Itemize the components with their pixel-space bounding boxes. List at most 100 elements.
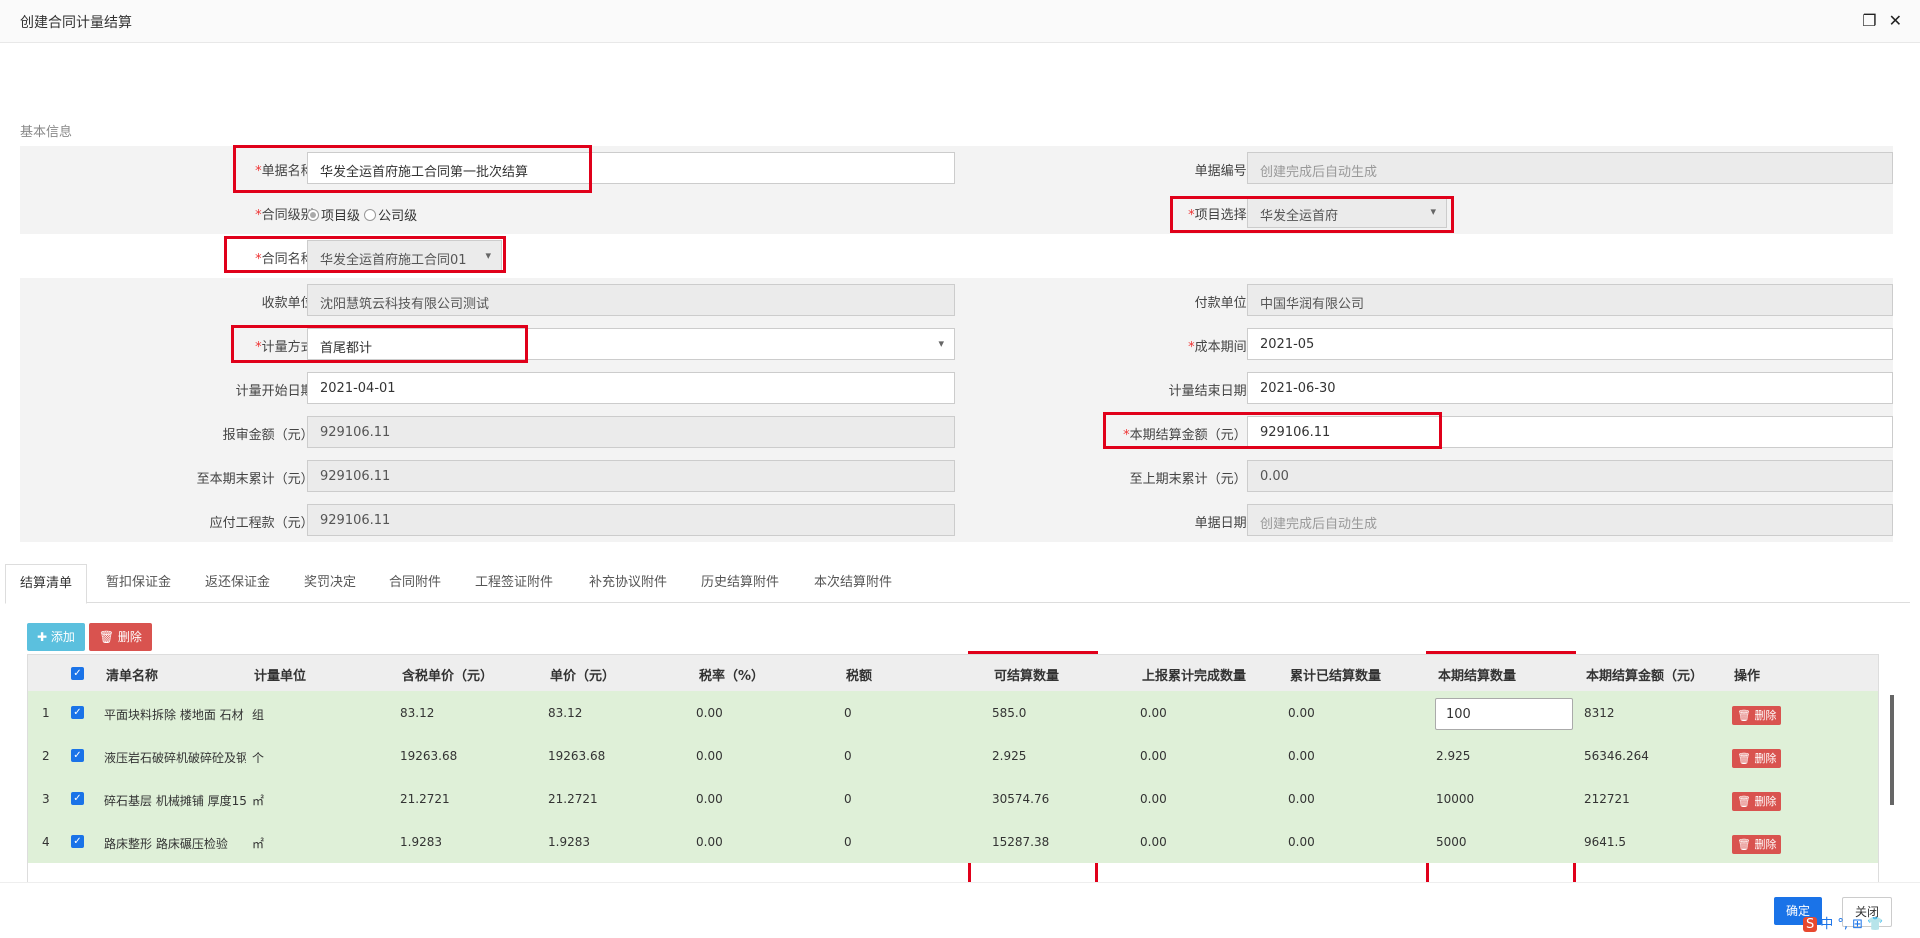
row-checkbox[interactable]: ✓: [71, 792, 84, 805]
current-amount-input[interactable]: 929106.11: [1247, 416, 1893, 448]
grid-scrollbar[interactable]: [1890, 695, 1894, 805]
cell-price: 1.9283: [548, 835, 590, 849]
col-settled: 累计已结算数量: [1290, 669, 1382, 684]
row-checkbox[interactable]: ✓: [71, 749, 84, 762]
table-row: 3 ✓ 碎石基层 机械摊铺 厚度15c ㎡ 21.2721 21.2721 0.…: [28, 777, 1878, 820]
cumulative-last-label: 至上期末累计（元）:: [1129, 472, 1251, 487]
project-select[interactable]: 华发全运首府: [1247, 196, 1447, 228]
contract-level-radios: 项目级 公司级: [307, 205, 417, 224]
tab-settlement-list[interactable]: 结算清单: [5, 564, 88, 604]
tab-contract-attachment[interactable]: 合同附件: [375, 564, 455, 602]
col-rate: 税率（%）: [699, 669, 765, 684]
cost-period-label: *成本期间:: [1188, 340, 1251, 355]
row-checkbox[interactable]: ✓: [71, 835, 84, 848]
ime-toolbar[interactable]: S中 °, ⊞ 👕: [1803, 913, 1883, 932]
cell-name: 平面块料拆除 楼地面 石材: [104, 708, 244, 722]
close-icon[interactable]: ✕: [1889, 11, 1902, 30]
row-number: 4: [42, 835, 50, 849]
col-tax-price: 含税单价（元）: [402, 669, 494, 684]
doc-no-label: 单据编号:: [1194, 164, 1251, 179]
cell-name: 液压岩石破碎机破碎砼及钢: [104, 751, 246, 765]
project-label: *项目选择:: [1188, 208, 1251, 223]
cell-rate: 0.00: [696, 792, 723, 806]
cell-rate: 0.00: [696, 706, 723, 720]
cell-unit: ㎡: [252, 794, 265, 808]
measure-method-select[interactable]: 首尾都计: [307, 328, 955, 360]
add-button[interactable]: ✚ 添加: [27, 623, 85, 651]
cell-price: 83.12: [548, 706, 583, 720]
col-settleable: 可结算数量: [994, 669, 1060, 684]
cell-settleable: 2.925: [992, 749, 1027, 763]
payable-input[interactable]: 929106.11: [307, 504, 955, 536]
radio-project-level[interactable]: [307, 209, 319, 221]
cell-tax-price: 1.9283: [400, 835, 442, 849]
cumulative-current-label: 至本期末累计（元）:: [196, 472, 318, 487]
cell-name: 碎石基层 机械摊铺 厚度15c: [104, 794, 246, 808]
radio-project-level-label: 项目级: [321, 209, 361, 224]
cumulative-last-input[interactable]: 0.00: [1247, 460, 1893, 492]
row-delete-button[interactable]: 🗑 删除: [1732, 706, 1782, 725]
row-delete-button[interactable]: 🗑 删除: [1732, 835, 1782, 854]
cell-tax-price: 21.2721: [400, 792, 450, 806]
start-date-input[interactable]: 2021-04-01: [307, 372, 955, 404]
row-number: 3: [42, 792, 50, 806]
doc-no-input[interactable]: 创建完成后自动生成: [1247, 152, 1893, 184]
tab-supplement-attachment[interactable]: 补充协议附件: [575, 564, 681, 602]
cell-tax: 0: [844, 706, 852, 720]
col-name: 清单名称: [106, 669, 159, 684]
tab-withhold-deposit[interactable]: 暂扣保证金: [92, 564, 185, 602]
payable-label: 应付工程款（元）:: [209, 516, 318, 531]
cell-current-qty[interactable]: 2.925: [1436, 749, 1470, 763]
current-qty-input[interactable]: 100: [1435, 698, 1573, 730]
tab-return-deposit[interactable]: 返还保证金: [191, 564, 284, 602]
report-amount-input[interactable]: 929106.11: [307, 416, 955, 448]
dialog-title: 创建合同计量结算: [20, 15, 132, 31]
form-row: *合同级别: *项目选择:: [20, 190, 1893, 234]
cell-settled: 0.00: [1288, 835, 1315, 849]
select-all-checkbox[interactable]: ✓: [71, 667, 84, 680]
radio-company-level-label: 公司级: [378, 209, 418, 224]
cost-period-input[interactable]: 2021-05: [1247, 328, 1893, 360]
doc-name-input[interactable]: 华发全运首府施工合同第一批次结算: [307, 152, 955, 184]
col-current-qty: 本期结算数量: [1438, 669, 1517, 684]
cell-settleable: 30574.76: [992, 792, 1050, 806]
start-date-label: 计量开始日期:: [235, 384, 318, 399]
cell-tax-price: 19263.68: [400, 749, 458, 763]
cell-tax-price: 83.12: [400, 706, 435, 720]
form-cell: *合同级别:: [20, 190, 960, 234]
row-number: 2: [42, 749, 50, 763]
cell-unit: 组: [252, 708, 265, 722]
sogou-icon: S: [1803, 917, 1818, 932]
cell-current-qty[interactable]: 5000: [1436, 835, 1467, 849]
tab-current-attachment[interactable]: 本次结算附件: [800, 564, 906, 602]
row-delete-button[interactable]: 🗑 删除: [1732, 792, 1782, 811]
payer-input[interactable]: 中国华润有限公司: [1247, 284, 1893, 316]
col-tax: 税额: [846, 669, 873, 684]
col-price: 单价（元）: [550, 669, 616, 684]
end-date-input[interactable]: 2021-06-30: [1247, 372, 1893, 404]
contract-name-select[interactable]: 华发全运首府施工合同01: [307, 240, 502, 272]
cell-tax: 0: [844, 792, 852, 806]
cell-settleable: 15287.38: [992, 835, 1050, 849]
tab-reward-penalty[interactable]: 奖罚决定: [290, 564, 370, 602]
cumulative-current-input[interactable]: 929106.11: [307, 460, 955, 492]
tab-visa-attachment[interactable]: 工程签证附件: [461, 564, 567, 602]
dialog-footer: 确定 关闭: [0, 882, 1920, 938]
cell-settled: 0.00: [1288, 792, 1315, 806]
payee-input[interactable]: 沈阳慧筑云科技有限公司测试: [307, 284, 955, 316]
settlement-grid: ✓ 清单名称 计量单位 含税单价（元） 单价（元） 税率（%） 税额 可结算数量…: [27, 654, 1879, 883]
col-reported: 上报累计完成数量: [1142, 669, 1247, 684]
doc-date-input[interactable]: 创建完成后自动生成: [1247, 504, 1893, 536]
tab-history-attachment[interactable]: 历史结算附件: [687, 564, 793, 602]
dialog-titlebar: 创建合同计量结算 ❐ ✕: [0, 0, 1920, 43]
row-delete-button[interactable]: 🗑 删除: [1732, 749, 1782, 768]
cell-current-qty[interactable]: 10000: [1436, 792, 1474, 806]
form-row: *合同名称:: [20, 234, 1893, 278]
delete-button[interactable]: 🗑 删除: [88, 623, 152, 651]
cell-price: 19263.68: [548, 749, 606, 763]
maximize-icon[interactable]: ❐: [1862, 11, 1876, 30]
tab-bar: 结算清单 暂扣保证金 返还保证金 奖罚决定 合同附件 工程签证附件 补充协议附件…: [5, 564, 1910, 604]
cell-reported: 0.00: [1140, 835, 1167, 849]
row-checkbox[interactable]: ✓: [71, 706, 84, 719]
radio-company-level[interactable]: [364, 209, 377, 221]
